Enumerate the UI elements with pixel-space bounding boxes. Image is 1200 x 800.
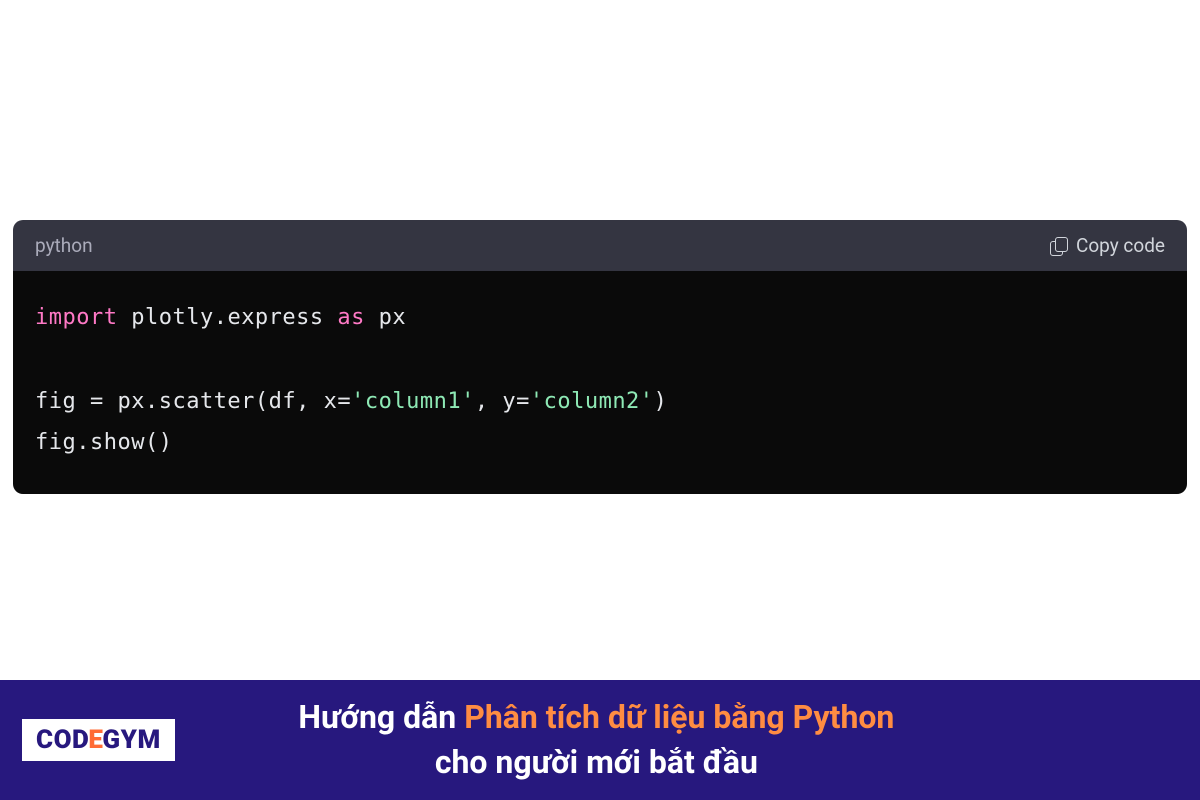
code-block: python Copy code import plotly.express a… <box>13 220 1187 494</box>
banner-title: Hướng dẫn Phân tích dữ liệu bằng Python … <box>15 695 1178 785</box>
code-line-1: import plotly.express as px <box>35 297 1165 339</box>
code-language-label: python <box>35 234 93 257</box>
copy-icon <box>1050 237 1068 255</box>
copy-code-button[interactable]: Copy code <box>1050 234 1165 257</box>
code-line-2: fig = px.scatter(df, x='column1', y='col… <box>35 381 1165 423</box>
code-header: python Copy code <box>13 220 1187 271</box>
copy-label: Copy code <box>1076 234 1165 257</box>
banner-line-1: Hướng dẫn Phân tích dữ liệu bằng Python <box>15 695 1178 740</box>
banner-line-2: cho người mới bắt đầu <box>15 740 1178 785</box>
code-content[interactable]: import plotly.express as px fig = px.sca… <box>13 271 1187 494</box>
code-line-3: fig.show() <box>35 422 1165 464</box>
footer-banner: CODEGYM Hướng dẫn Phân tích dữ liệu bằng… <box>0 680 1200 800</box>
code-blank-line <box>35 339 1165 381</box>
